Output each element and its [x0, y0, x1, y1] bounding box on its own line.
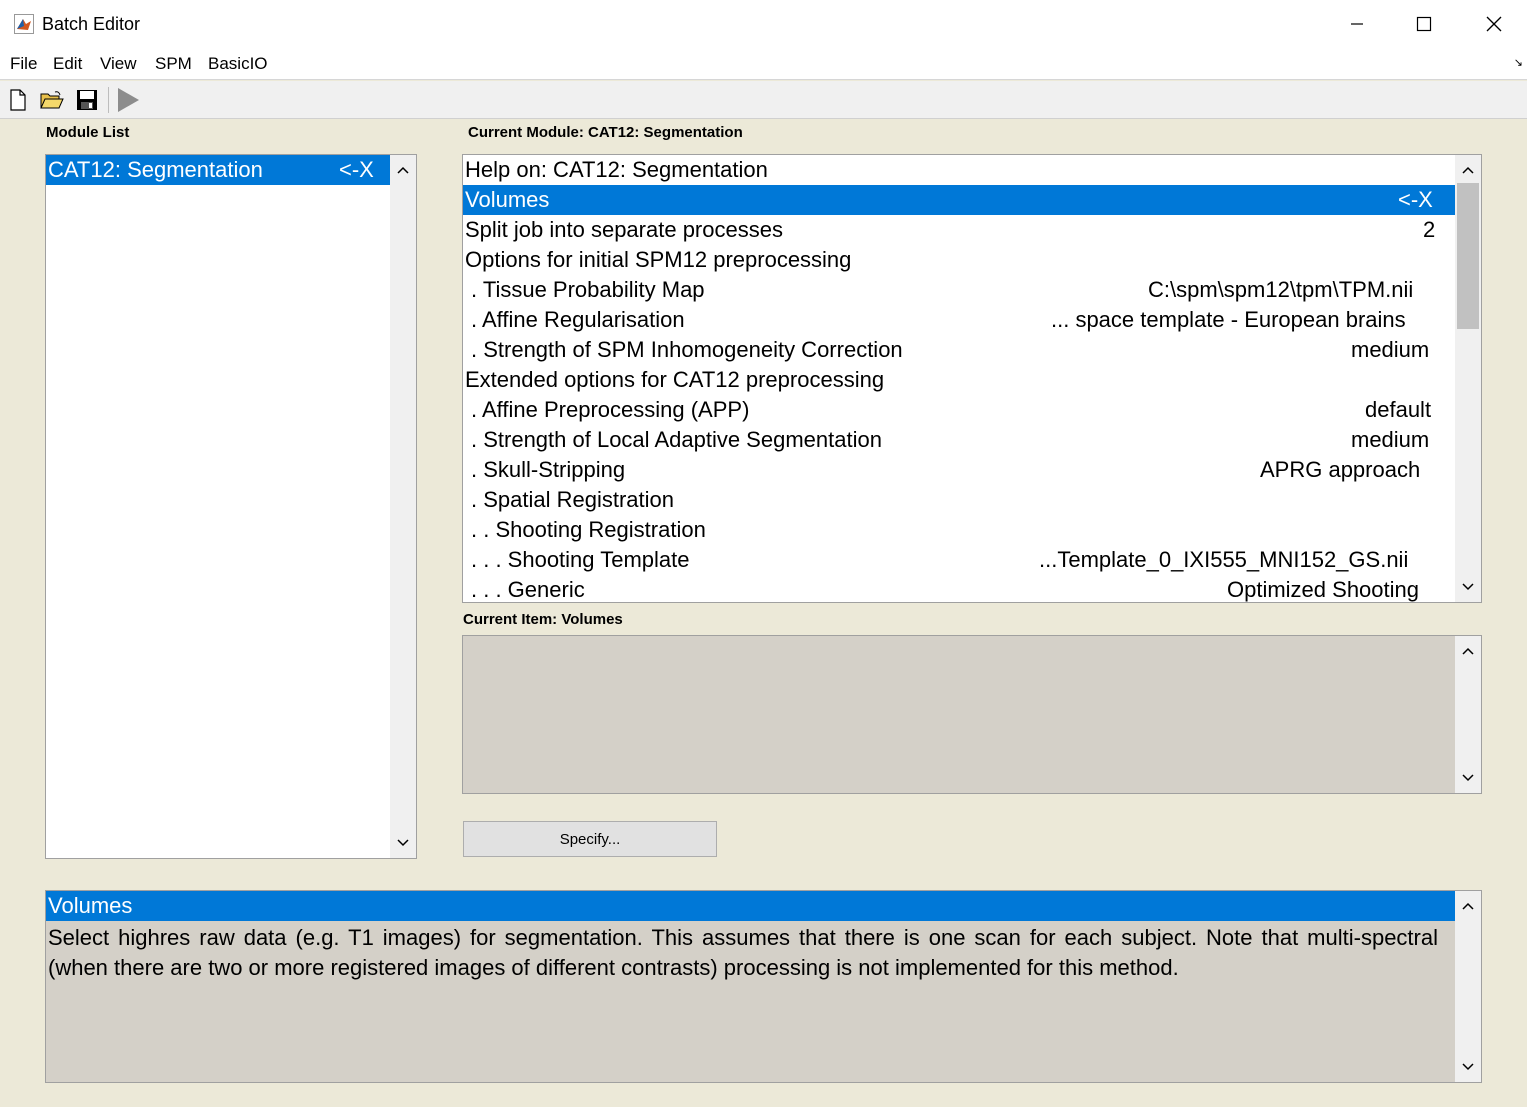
item-name: . Skull-Stripping — [471, 457, 626, 482]
menu-bar: File Edit View SPM BasicIO ↘ — [0, 48, 1527, 80]
module-item-spatial-registration[interactable]: . Spatial Registration — [463, 485, 1455, 515]
item-value: medium — [1351, 427, 1430, 452]
item-value: <-X — [1398, 187, 1433, 212]
item-name: Help on: CAT12: Segmentation — [465, 157, 768, 182]
module-item-skull-stripping[interactable]: . Skull-Stripping APRG approach — [463, 455, 1455, 485]
module-name: CAT12: Segmentation — [48, 157, 263, 182]
module-list-scrollbar[interactable] — [390, 155, 416, 858]
item-name: . . . Generic — [471, 577, 585, 602]
module-item-app[interactable]: . Affine Preprocessing (APP) default — [463, 395, 1455, 425]
module-list-item[interactable]: CAT12: Segmentation <-X — [46, 155, 390, 185]
item-name: . Affine Regularisation — [471, 307, 685, 332]
chevron-down-icon[interactable] — [1455, 1054, 1481, 1080]
item-name: Volumes — [465, 187, 550, 212]
current-item-label: Current Item: Volumes — [463, 611, 623, 628]
module-remove-marker: <-X — [339, 157, 374, 182]
item-value: 2 — [1423, 217, 1436, 242]
module-list-label: Module List — [46, 124, 130, 141]
chevron-up-icon[interactable] — [1455, 893, 1481, 919]
item-name: Split job into separate processes — [465, 217, 783, 242]
help-panel-scrollbar[interactable] — [1455, 891, 1481, 1082]
item-name: . Spatial Registration — [471, 487, 674, 512]
item-value: ...Template_0_IXI555_MNI152_GS.nii — [1039, 547, 1409, 572]
item-name: . Strength of SPM Inhomogeneity Correcti… — [471, 337, 903, 362]
save-icon[interactable] — [75, 88, 99, 112]
current-item-scrollbar[interactable] — [1455, 636, 1481, 793]
item-name: . . Shooting Registration — [471, 517, 706, 542]
menu-view[interactable]: View — [100, 54, 137, 74]
maximize-button[interactable] — [1401, 6, 1447, 42]
close-button[interactable] — [1471, 6, 1517, 42]
module-item-help[interactable]: Help on: CAT12: Segmentation — [463, 155, 1455, 185]
module-item-shooting-registration[interactable]: . . Shooting Registration — [463, 515, 1455, 545]
matlab-app-icon — [14, 14, 34, 34]
module-item-spm-options[interactable]: Options for initial SPM12 preprocessing — [463, 245, 1455, 275]
chevron-down-icon[interactable] — [1455, 765, 1481, 791]
scrollbar-thumb[interactable] — [1457, 183, 1479, 329]
module-item-affine-reg[interactable]: . Affine Regularisation ... space templa… — [463, 305, 1455, 335]
module-list-box[interactable]: CAT12: Segmentation <-X — [45, 154, 417, 859]
run-icon[interactable] — [116, 88, 140, 112]
current-module-box[interactable]: Help on: CAT12: Segmentation Volumes <-X… — [462, 154, 1482, 603]
module-item-shooting-template[interactable]: . . . Shooting Template ...Template_0_IX… — [463, 545, 1455, 575]
module-item-las[interactable]: . Strength of Local Adaptive Segmentatio… — [463, 425, 1455, 455]
menu-spm[interactable]: SPM — [155, 54, 192, 74]
help-description: Select highres raw data (e.g. T1 images)… — [48, 925, 1438, 980]
module-item-volumes[interactable]: Volumes <-X — [463, 185, 1455, 215]
specify-button[interactable]: Specify... — [463, 821, 717, 857]
chevron-up-icon[interactable] — [1455, 157, 1481, 183]
help-title-row: Volumes — [46, 891, 1455, 921]
item-value: Optimized Shooting — [1227, 577, 1419, 602]
current-item-box[interactable] — [462, 635, 1482, 794]
chevron-down-icon[interactable] — [390, 830, 416, 856]
menu-basicio[interactable]: BasicIO — [208, 54, 268, 74]
item-name: . Affine Preprocessing (APP) — [471, 397, 750, 422]
chevron-up-icon[interactable] — [1455, 638, 1481, 664]
item-value: medium — [1351, 337, 1430, 362]
module-item-inhomogeneity[interactable]: . Strength of SPM Inhomogeneity Correcti… — [463, 335, 1455, 365]
item-value: APRG approach — [1260, 457, 1421, 482]
help-panel[interactable]: Volumes Select highres raw data (e.g. T1… — [45, 890, 1482, 1083]
item-name: . . . Shooting Template — [471, 547, 690, 572]
open-folder-icon[interactable] — [40, 88, 64, 112]
item-name: Options for initial SPM12 preprocessing — [465, 247, 852, 272]
minimize-button[interactable] — [1334, 6, 1380, 42]
toolbar-separator — [108, 87, 109, 113]
item-name: . Tissue Probability Map — [471, 277, 705, 302]
item-value: default — [1365, 397, 1432, 422]
dock-arrow-icon[interactable]: ↘ — [1514, 56, 1523, 69]
new-file-icon[interactable] — [6, 88, 30, 112]
module-item-tpm[interactable]: . Tissue Probability Map C:\spm\spm12\tp… — [463, 275, 1455, 305]
module-item-split-job[interactable]: Split job into separate processes 2 — [463, 215, 1455, 245]
current-module-scrollbar[interactable] — [1455, 155, 1481, 602]
item-name: . Strength of Local Adaptive Segmentatio… — [471, 427, 882, 452]
menu-file[interactable]: File — [10, 54, 37, 74]
menu-edit[interactable]: Edit — [53, 54, 82, 74]
chevron-up-icon[interactable] — [390, 157, 416, 183]
module-item-cat12-options[interactable]: Extended options for CAT12 preprocessing — [463, 365, 1455, 395]
toolbar — [0, 81, 1527, 119]
help-title: Volumes — [48, 893, 133, 918]
item-value: C:\spm\spm12\tpm\TPM.nii — [1148, 277, 1414, 302]
current-module-label: Current Module: CAT12: Segmentation — [468, 124, 743, 141]
chevron-down-icon[interactable] — [1455, 574, 1481, 600]
window-title: Batch Editor — [42, 14, 141, 34]
item-name: Extended options for CAT12 preprocessing — [465, 367, 885, 392]
item-value: ... space template - European brains — [1051, 307, 1406, 332]
title-bar: Batch Editor — [0, 0, 1527, 48]
module-item-generic[interactable]: . . . Generic Optimized Shooting — [463, 575, 1455, 602]
